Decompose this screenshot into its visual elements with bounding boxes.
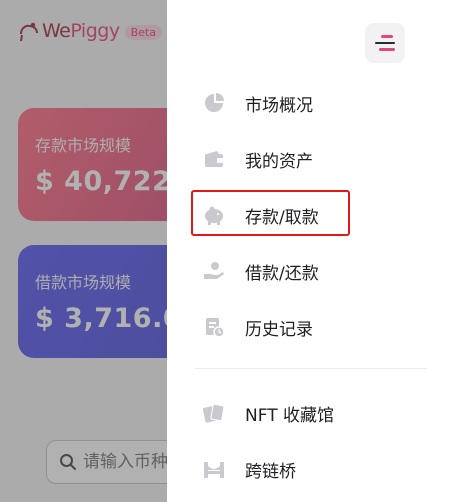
menu-item-market-overview[interactable]: 市场概况: [203, 88, 413, 118]
menu-item-label: 跨链桥: [245, 461, 296, 482]
pie-chart-icon: [203, 92, 225, 114]
menu-divider: [195, 368, 427, 369]
nft-cards-icon: [203, 402, 225, 424]
menu-item-label: 市场概况: [245, 95, 313, 116]
navigation-drawer: 市场概况 我的资产 存款/取款 借款/还款 历史记录 NFT 收藏馆 跨链桥: [167, 0, 454, 502]
menu-item-history[interactable]: 历史记录: [203, 312, 413, 342]
highlight-box: [191, 190, 350, 236]
bridge-icon: [203, 458, 225, 480]
menu-line-icon: [379, 48, 395, 51]
menu-item-label: 借款/还款: [245, 263, 319, 284]
menu-item-label: 我的资产: [245, 151, 313, 172]
menu-item-borrow-repay[interactable]: 借款/还款: [203, 256, 413, 286]
menu-item-bridge[interactable]: 跨链桥: [203, 454, 413, 484]
menu-item-my-assets[interactable]: 我的资产: [203, 144, 413, 174]
hand-coin-icon: [203, 260, 225, 282]
menu-item-nft-gallery[interactable]: NFT 收藏馆: [203, 398, 413, 428]
menu-toggle-button[interactable]: [365, 23, 405, 63]
history-document-icon: [203, 316, 225, 338]
wallet-icon: [203, 148, 225, 170]
menu-line-icon: [381, 35, 393, 38]
menu-line-icon: [375, 41, 395, 45]
menu-item-label: NFT 收藏馆: [245, 405, 334, 426]
menu-item-label: 历史记录: [245, 319, 313, 340]
